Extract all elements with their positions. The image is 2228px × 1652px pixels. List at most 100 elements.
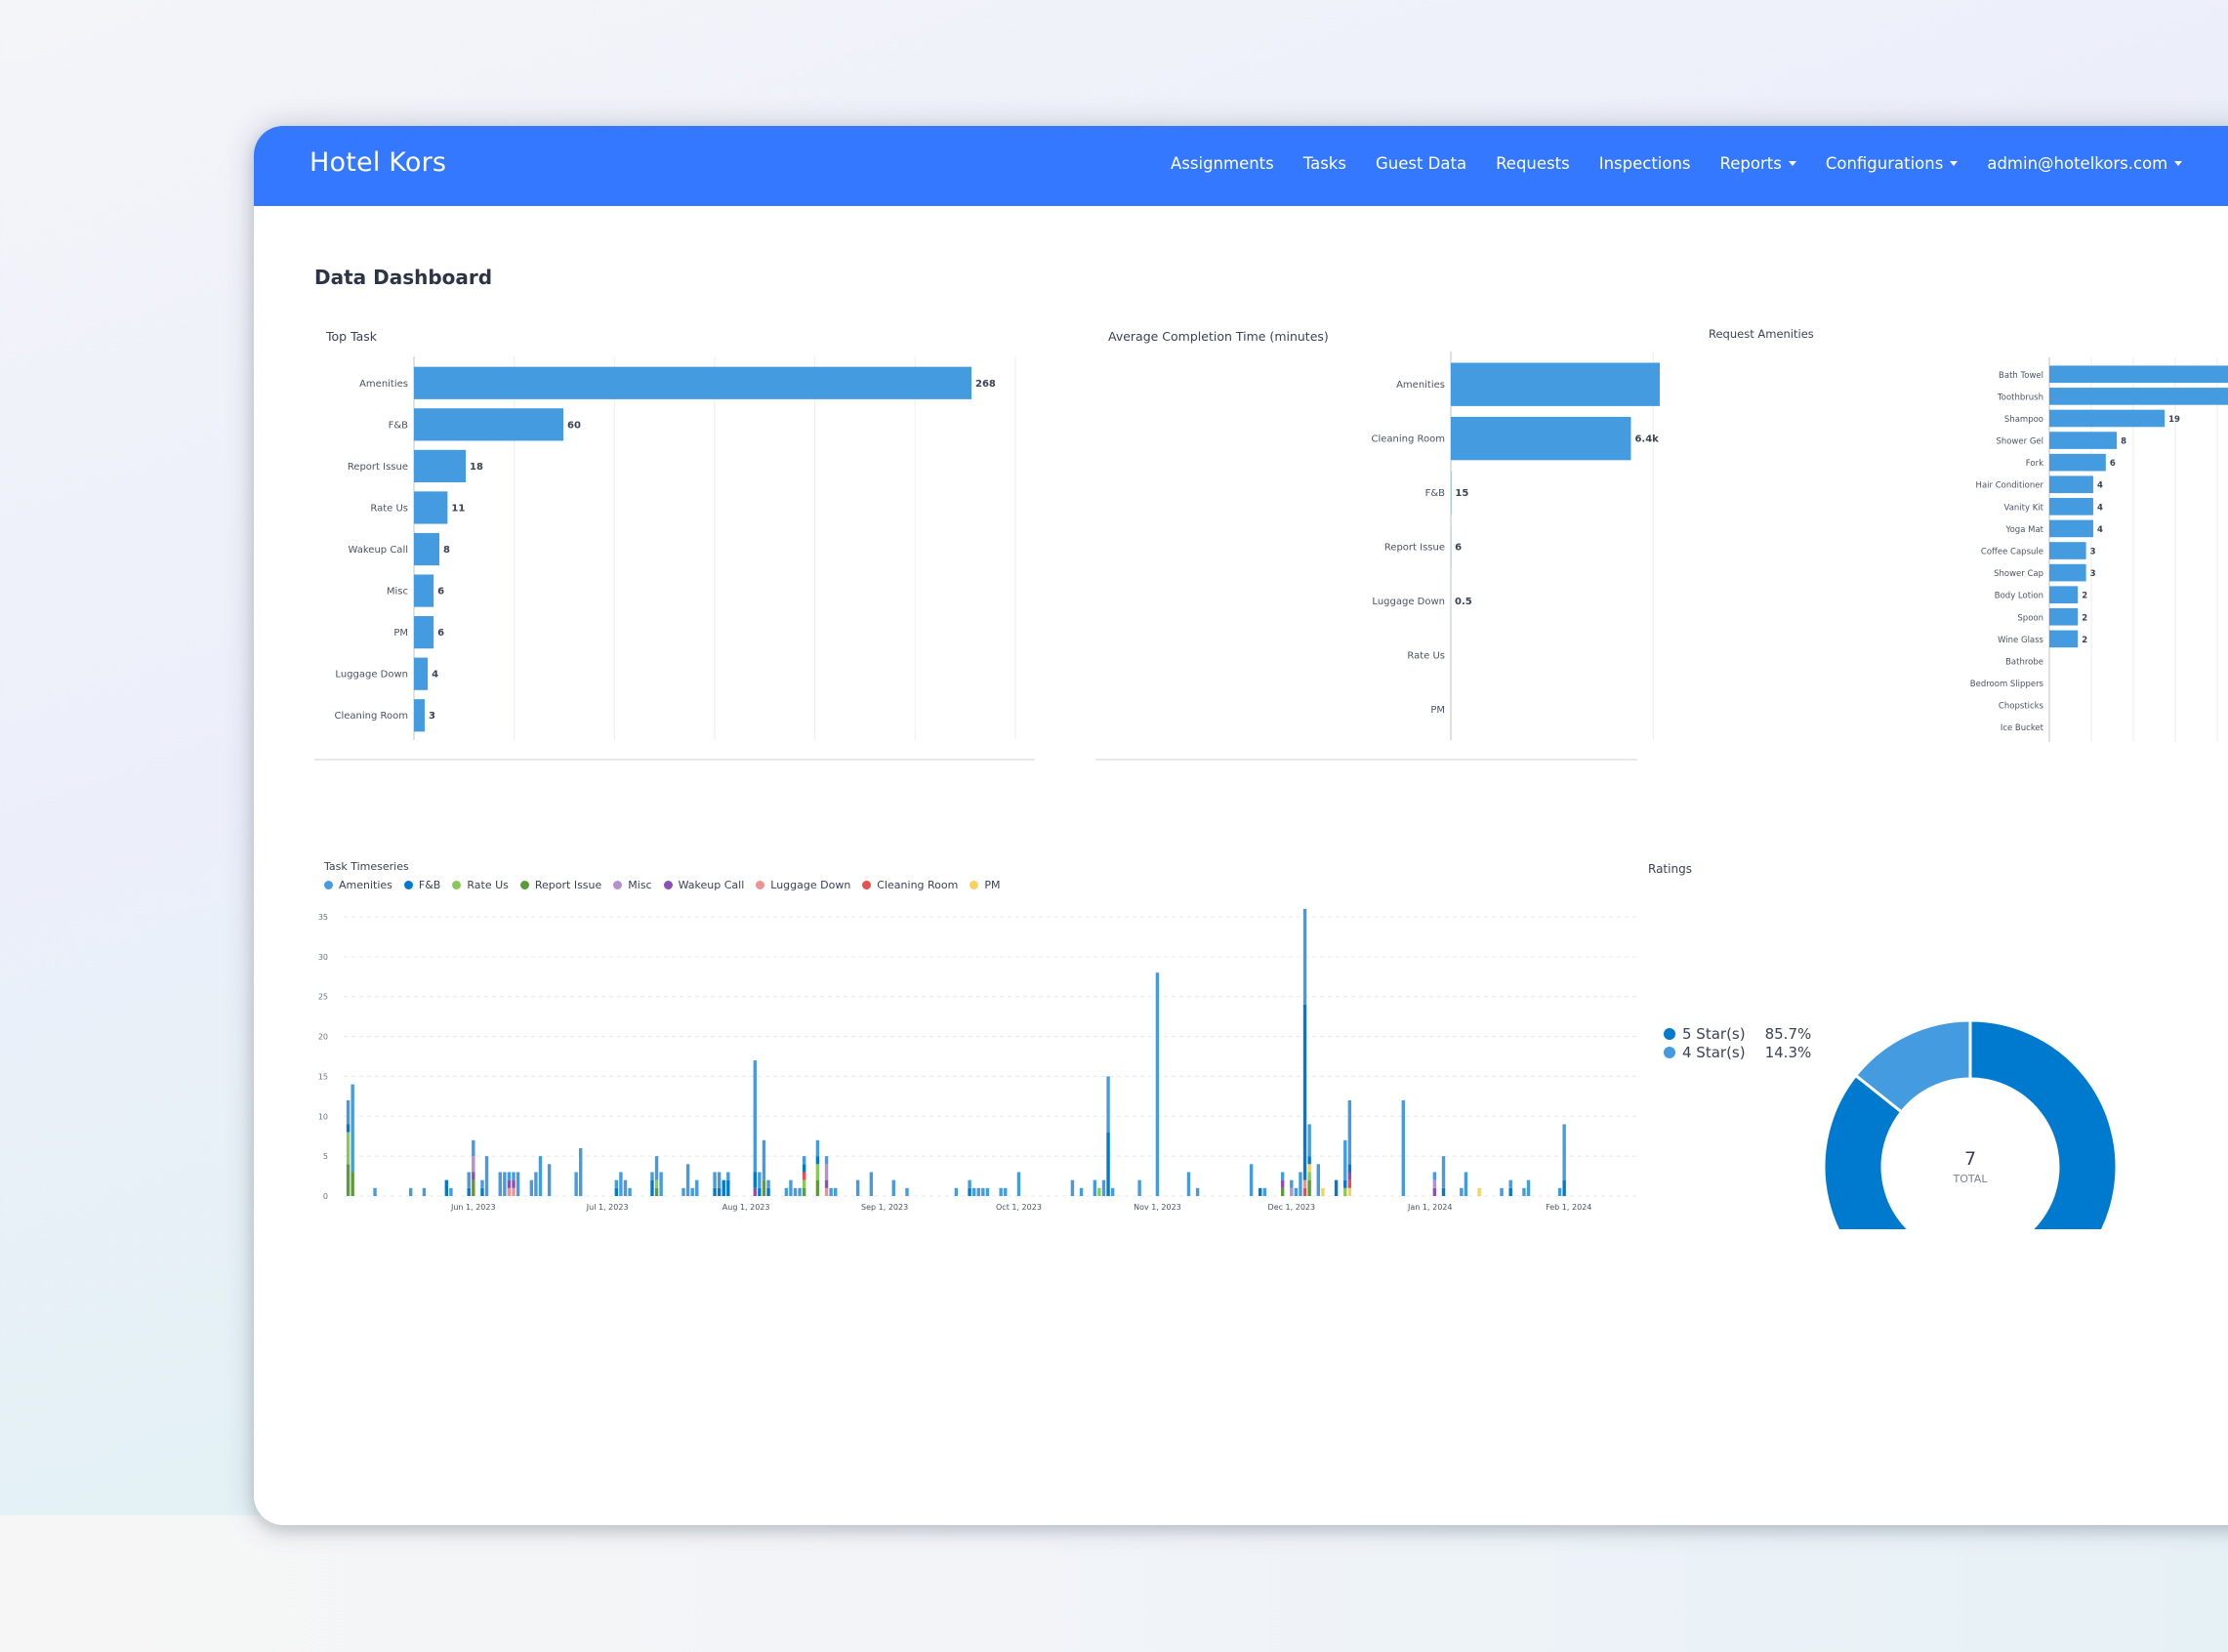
bar[interactable] <box>414 699 425 732</box>
timeseries-bar-stack[interactable] <box>1526 1179 1531 1196</box>
timeseries-bar-stack[interactable] <box>498 1172 502 1196</box>
timeseries-bar-stack[interactable] <box>623 1179 628 1196</box>
timeseries-bar-stack[interactable] <box>534 1172 538 1196</box>
timeseries-bar-stack[interactable] <box>985 1187 990 1196</box>
timeseries-bar-stack[interactable] <box>834 1187 838 1196</box>
timeseries-bar-stack[interactable] <box>762 1139 766 1196</box>
timeseries-bar-stack[interactable] <box>1137 1179 1141 1196</box>
timeseries-bar-stack[interactable] <box>690 1187 694 1196</box>
timeseries-bar-stack[interactable] <box>954 1187 959 1196</box>
timeseries-bar-stack[interactable] <box>1562 1124 1566 1196</box>
timeseries-bar-stack[interactable] <box>472 1139 475 1196</box>
timeseries-bar-stack[interactable] <box>905 1187 909 1196</box>
timeseries-bar-stack[interactable] <box>971 1187 976 1196</box>
timeseries-bar-stack[interactable] <box>1004 1187 1008 1196</box>
timeseries-bar-stack[interactable] <box>798 1187 802 1196</box>
timeseries-bar-stack[interactable] <box>503 1172 507 1196</box>
bar[interactable] <box>2049 409 2166 428</box>
timeseries-bar-stack[interactable] <box>444 1179 449 1196</box>
timeseries-bar-stack[interactable] <box>512 1172 516 1196</box>
timeseries-bar-stack[interactable] <box>480 1179 484 1196</box>
timeseries-bar-stack[interactable] <box>1334 1179 1339 1196</box>
timeseries-bar-stack[interactable] <box>1557 1187 1562 1196</box>
timeseries-bar-stack[interactable] <box>547 1164 552 1196</box>
timeseries-bar-stack[interactable] <box>1343 1139 1347 1196</box>
bar[interactable] <box>1451 416 1631 461</box>
timeseries-bar-stack[interactable] <box>1321 1187 1325 1196</box>
timeseries-bar-stack[interactable] <box>1016 1172 1021 1196</box>
bar[interactable] <box>414 616 434 649</box>
timeseries-bar-stack[interactable] <box>869 1172 874 1196</box>
timeseries-bar-stack[interactable] <box>722 1179 725 1196</box>
timeseries-bar-stack[interactable] <box>981 1187 985 1196</box>
timeseries-bar-stack[interactable] <box>628 1187 632 1196</box>
timeseries-bar-stack[interactable] <box>891 1179 895 1196</box>
timeseries-bar-stack[interactable] <box>1097 1187 1101 1196</box>
timeseries-bar-stack[interactable] <box>829 1187 833 1196</box>
timeseries-bar-stack[interactable] <box>1106 1076 1110 1196</box>
timeseries-bar-stack[interactable] <box>1290 1179 1294 1196</box>
timeseries-bar-stack[interactable] <box>999 1187 1003 1196</box>
timeseries-bar-stack[interactable] <box>659 1172 663 1196</box>
timeseries-bar-stack[interactable] <box>815 1139 820 1196</box>
timeseries-bar-stack[interactable] <box>422 1187 427 1196</box>
bar[interactable] <box>2049 607 2079 626</box>
timeseries-bar-stack[interactable] <box>516 1172 520 1196</box>
timeseries-bar-stack[interactable] <box>484 1156 489 1196</box>
timeseries-bar-stack[interactable] <box>650 1172 654 1196</box>
bar[interactable] <box>2049 563 2086 582</box>
bar[interactable] <box>2049 586 2079 603</box>
timeseries-bar-stack[interactable] <box>507 1172 512 1196</box>
timeseries-bar-stack[interactable] <box>449 1187 453 1196</box>
bar[interactable] <box>2049 519 2093 538</box>
timeseries-bar-stack[interactable] <box>1299 1172 1302 1196</box>
bar[interactable] <box>414 574 434 607</box>
timeseries-bar-stack[interactable] <box>654 1156 659 1196</box>
timeseries-bar-stack[interactable] <box>802 1156 806 1196</box>
timeseries-bar-stack[interactable] <box>1500 1187 1504 1196</box>
timeseries-bar-stack[interactable] <box>1195 1187 1200 1196</box>
timeseries-bar-stack[interactable] <box>1316 1164 1320 1196</box>
timeseries-bar-stack[interactable] <box>1101 1179 1106 1196</box>
timeseries-bar-stack[interactable] <box>976 1187 980 1196</box>
timeseries-bar-stack[interactable] <box>1441 1156 1446 1196</box>
timeseries-bar-stack[interactable] <box>789 1179 793 1196</box>
bar[interactable] <box>1451 362 1660 406</box>
timeseries-bar-stack[interactable] <box>793 1187 798 1196</box>
timeseries-bar-stack[interactable] <box>574 1172 578 1196</box>
timeseries-bar-stack[interactable] <box>1079 1187 1084 1196</box>
bar[interactable] <box>2049 388 2228 405</box>
timeseries-bar-stack[interactable] <box>766 1179 770 1196</box>
timeseries-bar-stack[interactable] <box>619 1172 623 1196</box>
timeseries-bar-stack[interactable] <box>538 1156 543 1196</box>
timeseries-bar-stack[interactable] <box>1432 1172 1437 1196</box>
timeseries-bar-stack[interactable] <box>1508 1179 1512 1196</box>
timeseries-bar-stack[interactable] <box>1401 1099 1405 1196</box>
timeseries-bar-stack[interactable] <box>1280 1172 1285 1196</box>
timeseries-bar-stack[interactable] <box>855 1179 860 1196</box>
timeseries-bar-stack[interactable] <box>758 1172 762 1196</box>
bar[interactable] <box>2049 542 2086 559</box>
timeseries-bar-stack[interactable] <box>614 1179 619 1196</box>
timeseries-bar-stack[interactable] <box>346 1099 351 1196</box>
timeseries-bar-stack[interactable] <box>1464 1172 1468 1196</box>
timeseries-bar-stack[interactable] <box>1110 1187 1115 1196</box>
timeseries-bar-stack[interactable] <box>1347 1099 1352 1196</box>
bar[interactable] <box>414 408 563 441</box>
timeseries-bar-stack[interactable] <box>1093 1179 1097 1196</box>
timeseries-bar-stack[interactable] <box>695 1179 699 1196</box>
timeseries-bar-stack[interactable] <box>784 1187 789 1196</box>
bar[interactable] <box>2049 432 2118 449</box>
timeseries-bar-stack[interactable] <box>1302 908 1307 1196</box>
timeseries-bar-stack[interactable] <box>1258 1187 1262 1196</box>
bar[interactable] <box>414 657 429 690</box>
timeseries-bar-stack[interactable] <box>579 1147 583 1196</box>
timeseries-bar-stack[interactable] <box>1249 1164 1254 1196</box>
bar[interactable] <box>2049 630 2079 648</box>
bar[interactable] <box>2049 453 2106 472</box>
timeseries-bar-stack[interactable] <box>681 1187 685 1196</box>
timeseries-bar-stack[interactable] <box>1070 1179 1075 1196</box>
timeseries-bar-stack[interactable] <box>467 1172 471 1196</box>
timeseries-bar-stack[interactable] <box>968 1179 971 1196</box>
timeseries-bar-stack[interactable] <box>1294 1187 1299 1196</box>
